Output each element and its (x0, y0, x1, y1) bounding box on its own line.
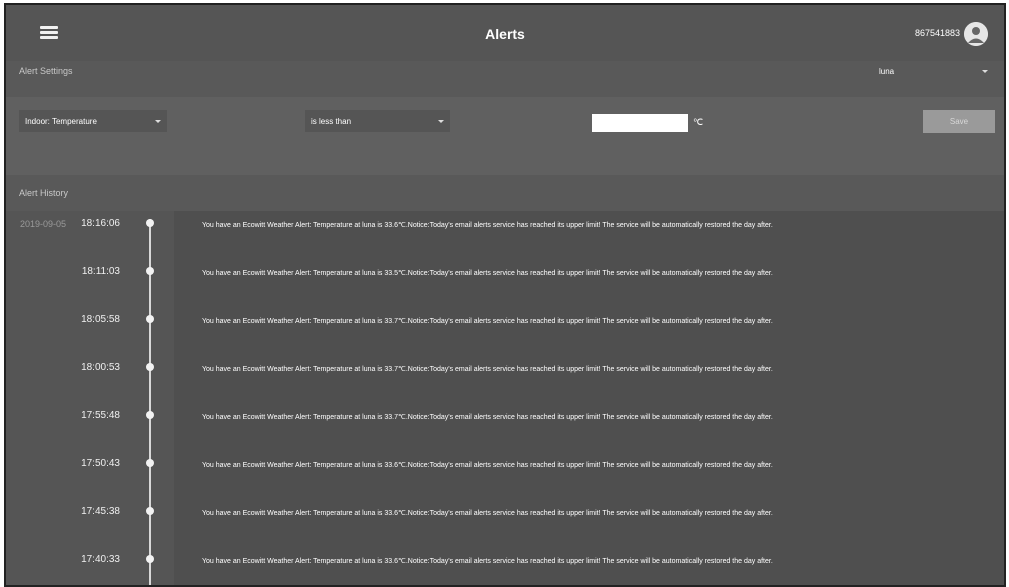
alert-settings-header: Alert Settings luna (6, 61, 1004, 97)
user-id[interactable]: 867541883 (915, 28, 960, 38)
timeline-dot-icon (146, 267, 154, 275)
alert-settings-label: Alert Settings (19, 66, 73, 76)
station-select[interactable]: luna (870, 65, 990, 79)
chevron-down-icon (155, 120, 161, 123)
metric-select[interactable]: Indoor: Temperature (19, 110, 167, 132)
list-item: 17:40:33 You have an Ecowitt Weather Ale… (6, 547, 1004, 585)
entry-time: 18:11:03 (81, 266, 120, 277)
timeline-dot-icon (146, 411, 154, 419)
list-item: 2019-09-05 18:16:06 You have an Ecowitt … (6, 211, 1004, 259)
list-item: 18:11:03 You have an Ecowitt Weather Ale… (6, 259, 1004, 307)
list-item: 18:05:58 You have an Ecowitt Weather Ale… (6, 307, 1004, 355)
app-window: Alerts 867541883 Alert Settings luna Ind… (4, 3, 1006, 587)
alert-settings-form: Indoor: Temperature is less than ℃ Save (6, 97, 1004, 175)
top-bar: Alerts 867541883 (6, 5, 1004, 61)
entry-message: You have an Ecowitt Weather Alert: Tempe… (202, 222, 773, 229)
timeline-dot-icon (146, 459, 154, 467)
entry-time: 18:05:58 (81, 314, 120, 325)
user-avatar-icon[interactable] (964, 22, 988, 46)
alert-history-header: Alert History (6, 175, 1004, 211)
entry-message: You have an Ecowitt Weather Alert: Tempe… (202, 270, 773, 277)
entry-message: You have an Ecowitt Weather Alert: Tempe… (202, 318, 773, 325)
entry-time: 17:50:43 (81, 458, 120, 469)
timeline-dot-icon (146, 315, 154, 323)
entry-message: You have an Ecowitt Weather Alert: Tempe… (202, 414, 773, 421)
entry-time: 17:45:38 (81, 506, 120, 517)
list-item: 17:50:43 You have an Ecowitt Weather Ale… (6, 451, 1004, 499)
entry-time: 18:16:06 (81, 218, 120, 229)
timeline-dot-icon (146, 363, 154, 371)
list-item: 18:00:53 You have an Ecowitt Weather Ale… (6, 355, 1004, 403)
metric-select-value: Indoor: Temperature (25, 117, 97, 126)
entry-message: You have an Ecowitt Weather Alert: Tempe… (202, 510, 773, 517)
entry-message: You have an Ecowitt Weather Alert: Tempe… (202, 462, 773, 469)
timeline-dot-icon (146, 219, 154, 227)
condition-select-value: is less than (311, 117, 352, 126)
alert-history-label: Alert History (19, 188, 69, 198)
entry-time: 17:40:33 (81, 554, 120, 565)
entry-message: You have an Ecowitt Weather Alert: Tempe… (202, 558, 773, 565)
chevron-down-icon (438, 120, 444, 123)
entry-message: You have an Ecowitt Weather Alert: Tempe… (202, 366, 773, 373)
entry-time: 18:00:53 (81, 362, 120, 373)
entry-time: 17:55:48 (81, 410, 120, 421)
entry-date: 2019-09-05 (20, 219, 67, 229)
list-item: 17:55:48 You have an Ecowitt Weather Ale… (6, 403, 1004, 451)
chevron-down-icon (982, 70, 988, 73)
list-item: 17:45:38 You have an Ecowitt Weather Ale… (6, 499, 1004, 547)
alert-history-list[interactable]: 2019-09-05 18:16:06 You have an Ecowitt … (6, 211, 1004, 585)
timeline-dot-icon (146, 507, 154, 515)
station-select-value: luna (879, 67, 895, 76)
condition-select[interactable]: is less than (305, 110, 450, 132)
timeline-dot-icon (146, 555, 154, 563)
page-title: Alerts (485, 26, 525, 42)
unit-label: ℃ (693, 117, 704, 127)
threshold-input[interactable] (592, 114, 688, 132)
save-button[interactable]: Save (923, 110, 995, 133)
